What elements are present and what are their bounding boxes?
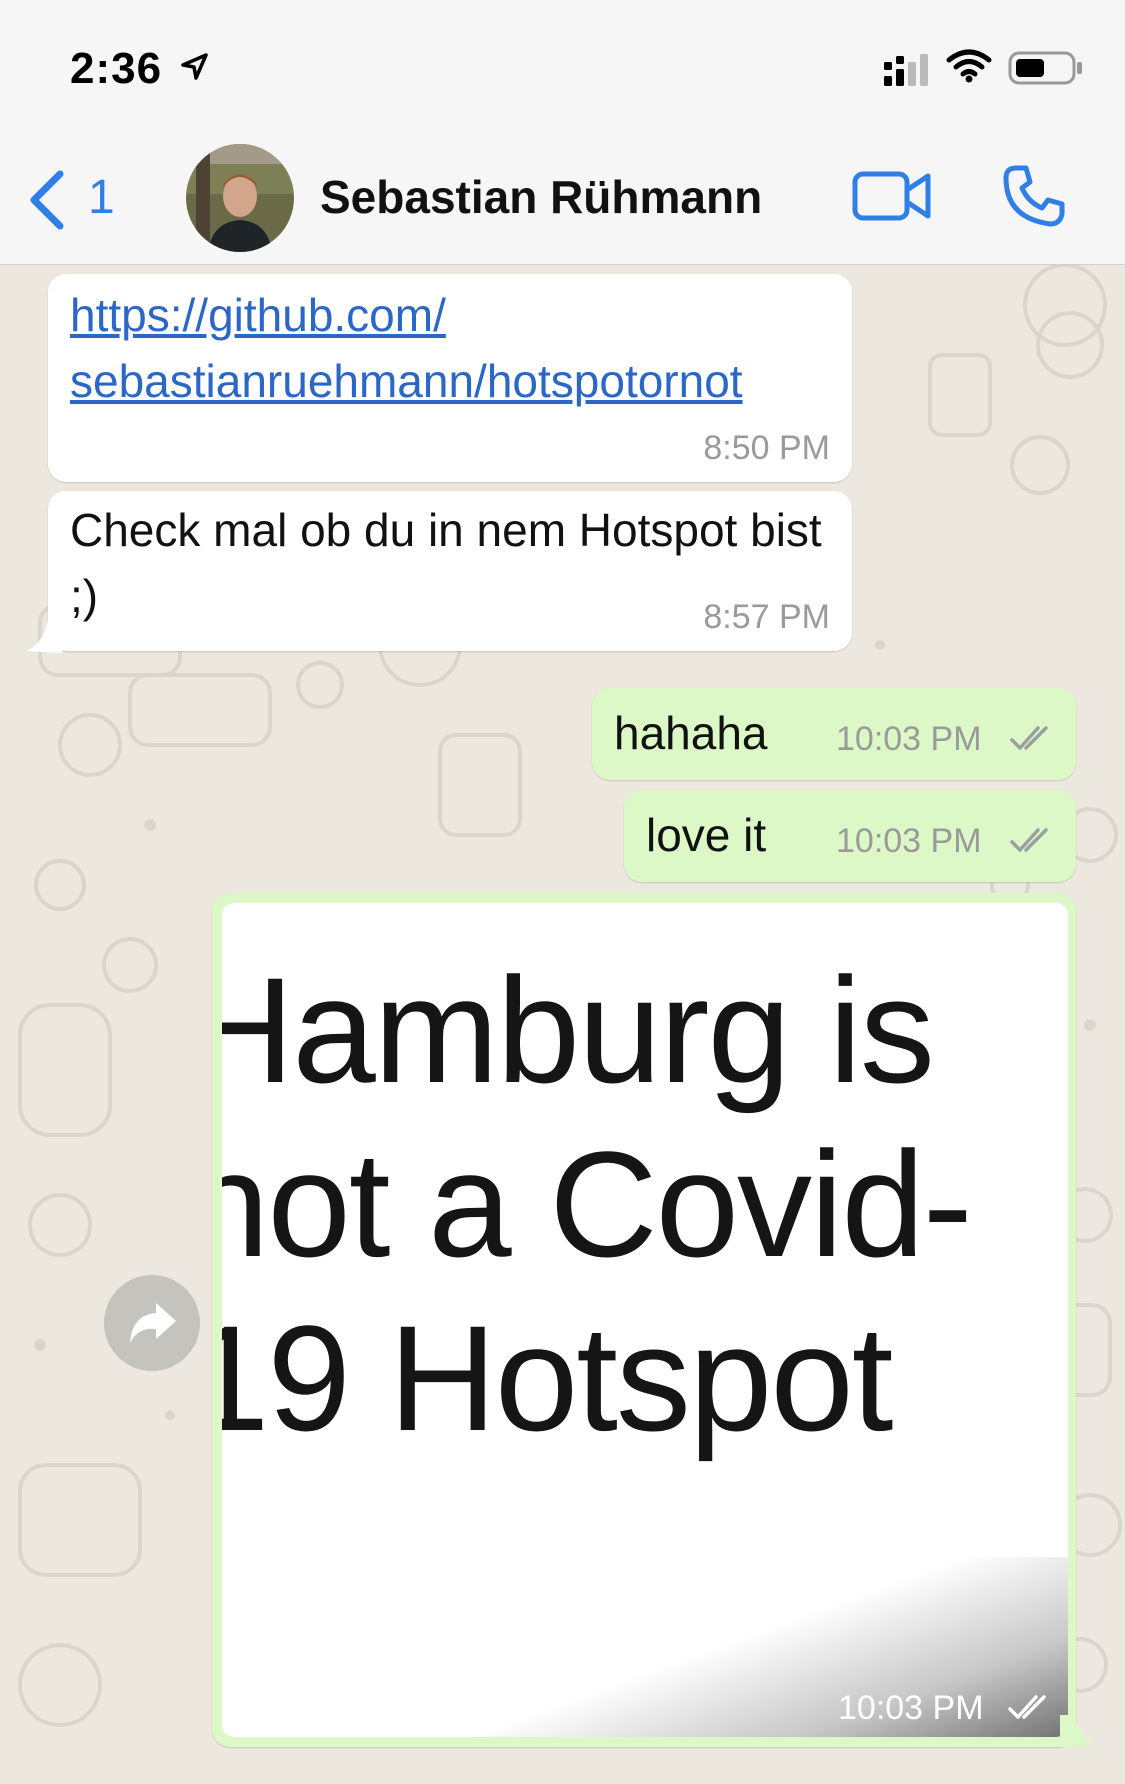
message-timestamp: 10:03 PM xyxy=(836,822,982,860)
message-bubble-incoming[interactable]: https://github.com/ sebastianruehmann/ho… xyxy=(48,274,852,482)
forward-button[interactable] xyxy=(104,1275,200,1371)
phone-call-icon[interactable] xyxy=(1002,164,1066,228)
bubble-tail xyxy=(26,621,62,653)
message-bubble-incoming[interactable]: Check mal ob du in nem Hotspot bist ;) 8… xyxy=(48,491,852,651)
status-bar: 2:36 xyxy=(0,0,1125,130)
message-timestamp: 8:50 PM xyxy=(703,429,830,467)
forward-arrow-icon xyxy=(130,1303,176,1343)
image-headline: Hamburg is not a Covid- 19 Hotspot xyxy=(222,943,973,1465)
battery-icon xyxy=(1008,51,1082,85)
message-bubble-outgoing[interactable]: hahaha 10:03 PM xyxy=(592,688,1076,780)
wifi-icon xyxy=(946,49,992,83)
message-link[interactable]: sebastianruehmann/hotspotornot xyxy=(70,348,743,414)
message-text: love it xyxy=(646,809,767,861)
message-link[interactable]: https://github.com/ xyxy=(70,282,446,348)
video-call-icon[interactable] xyxy=(852,166,932,226)
back-unread-count[interactable]: 1 xyxy=(88,170,115,225)
read-double-check-icon xyxy=(1010,828,1048,852)
contact-name[interactable]: Sebastian Rühmann xyxy=(320,170,762,224)
message-timestamp: 10:03 PM xyxy=(836,720,982,758)
cellular-signal-icon xyxy=(884,54,928,86)
bubble-tail xyxy=(1060,1715,1096,1747)
message-bubble-image[interactable]: Hamburg is not a Covid- 19 Hotspot 10:03… xyxy=(212,893,1076,1747)
read-double-check-icon xyxy=(1010,726,1048,750)
chat-area[interactable]: https://github.com/ sebastianruehmann/ho… xyxy=(0,265,1125,1784)
read-double-check-icon xyxy=(1008,1695,1046,1719)
message-bubble-outgoing[interactable]: love it 10:03 PM xyxy=(624,790,1076,882)
chevron-left-icon[interactable] xyxy=(26,170,70,230)
status-time: 2:36 xyxy=(70,44,163,93)
message-timestamp: 8:57 PM xyxy=(703,598,830,636)
image-text-line: Hamburg is xyxy=(222,946,935,1114)
avatar[interactable] xyxy=(186,144,294,252)
location-arrow-icon xyxy=(181,53,208,80)
message-timestamp: 10:03 PM xyxy=(838,1689,984,1727)
message-image[interactable]: Hamburg is not a Covid- 19 Hotspot xyxy=(222,903,1068,1737)
message-text: hahaha xyxy=(614,707,768,759)
image-text-line: not a Covid- xyxy=(222,1120,973,1288)
image-text-line: 19 Hotspot xyxy=(222,1294,893,1462)
chat-header: 1 Sebastian Rühmann xyxy=(0,130,1125,265)
